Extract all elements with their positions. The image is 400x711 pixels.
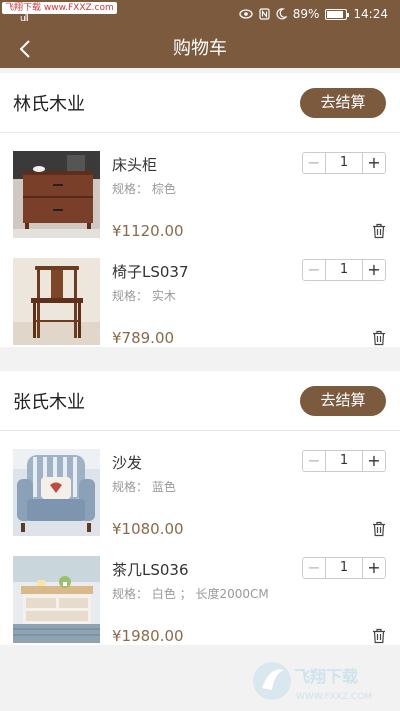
page-title: 购物车 (173, 38, 227, 59)
shop-name: 张氏木业 (13, 392, 85, 413)
product-spec: 规格： 实木 (112, 289, 176, 303)
product-spec: 规格： 棕色 (112, 182, 176, 196)
trash-icon[interactable] (372, 521, 386, 537)
product-price: ¥789.00 (112, 329, 175, 347)
status-bar-right: 89% 14:24 (239, 7, 388, 21)
increase-quantity-button[interactable]: + (362, 260, 385, 280)
product-price: ¥1120.00 (112, 222, 184, 240)
shop-header: 林氏木业 去结算 (0, 73, 400, 133)
nav-bar: 购物车 (0, 30, 400, 68)
battery-percent: 89% (292, 7, 320, 21)
battery-fill (327, 10, 344, 18)
cart-item: 茶几LS036 规格： 白色 ； 长度2000CM ¥1980.00 − 1 + (0, 538, 400, 645)
product-price: ¥1980.00 (112, 627, 184, 645)
product-image-armchair[interactable] (13, 449, 100, 536)
trash-icon[interactable] (372, 330, 386, 346)
shop-name: 林氏木业 (13, 94, 85, 115)
status-bar: 飞翔下载 www.FXXZ.com ull 89% 14:24 (0, 0, 400, 30)
signal-icon: ull (20, 14, 29, 24)
decrease-quantity-button[interactable]: − (303, 260, 326, 280)
product-name: 沙发 (112, 454, 143, 472)
checkout-button[interactable]: 去结算 (300, 88, 386, 118)
battery-icon (325, 8, 350, 20)
product-name: 椅子LS037 (112, 263, 189, 281)
increase-quantity-button[interactable]: + (362, 153, 385, 173)
quantity-stepper: − 1 + (302, 557, 386, 579)
clock: 14:24 (353, 7, 388, 21)
trash-icon[interactable] (372, 628, 386, 644)
watermark-text: 飞翔下载 (294, 667, 358, 686)
checkout-button[interactable]: 去结算 (300, 386, 386, 416)
quantity-value[interactable]: 1 (326, 260, 362, 280)
quantity-value[interactable]: 1 (326, 153, 362, 173)
shop-header: 张氏木业 去结算 (0, 371, 400, 431)
product-name: 床头柜 (112, 156, 158, 174)
cart-item: 沙发 规格： 蓝色 ¥1080.00 − 1 + (0, 431, 400, 538)
quantity-stepper: − 1 + (302, 450, 386, 472)
quantity-value[interactable]: 1 (326, 558, 362, 578)
eye-icon (239, 9, 253, 19)
product-image-chair[interactable] (13, 258, 100, 345)
watermark-url: WWW.FXXZ.COM (296, 692, 372, 702)
url-badge: 飞翔下载 www.FXXZ.com (2, 2, 117, 14)
increase-quantity-button[interactable]: + (362, 451, 385, 471)
product-image-nightstand[interactable] (13, 151, 100, 238)
moon-icon (276, 8, 287, 20)
decrease-quantity-button[interactable]: − (303, 153, 326, 173)
quantity-stepper: − 1 + (302, 152, 386, 174)
watermark-logo: 飞翔下载 WWW.FXXZ.COM (253, 662, 372, 702)
cart-item: 床头柜 规格： 棕色 ¥1120.00 − 1 + (0, 133, 400, 240)
cart-item: 椅子LS037 规格： 实木 ¥789.00 − 1 + (0, 240, 400, 347)
status-bar-left: 飞翔下载 www.FXXZ.com (2, 2, 117, 14)
nfc-icon (259, 8, 270, 20)
product-spec: 规格： 白色 ； 长度2000CM (112, 587, 269, 601)
trash-icon[interactable] (372, 223, 386, 239)
product-spec: 规格： 蓝色 (112, 480, 176, 494)
product-image-coffee-table[interactable] (13, 556, 100, 643)
product-name: 茶几LS036 (112, 561, 189, 579)
increase-quantity-button[interactable]: + (362, 558, 385, 578)
decrease-quantity-button[interactable]: − (303, 451, 326, 471)
quantity-stepper: − 1 + (302, 259, 386, 281)
quantity-value[interactable]: 1 (326, 451, 362, 471)
decrease-quantity-button[interactable]: − (303, 558, 326, 578)
product-price: ¥1080.00 (112, 520, 184, 538)
